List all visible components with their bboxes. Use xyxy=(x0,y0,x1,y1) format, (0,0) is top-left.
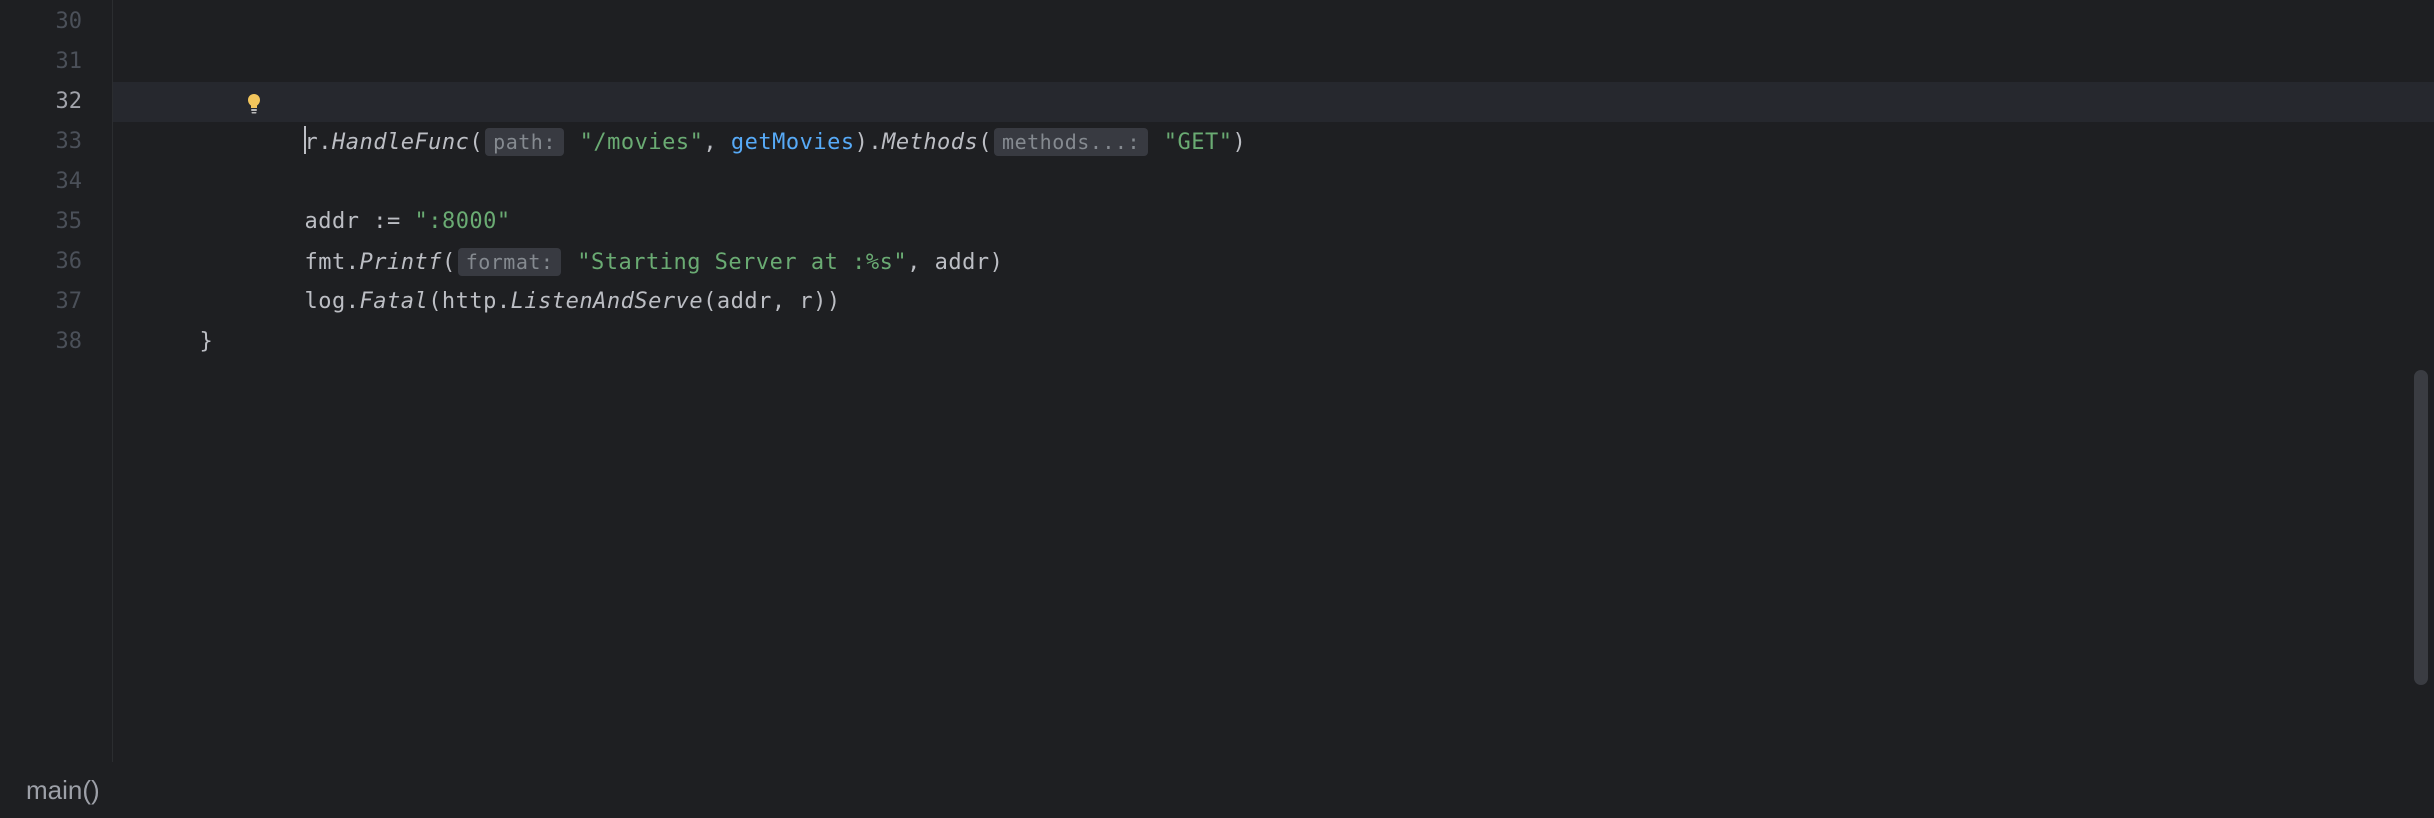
parameter-hint: methods...: xyxy=(994,128,1148,156)
breadcrumb-item[interactable]: main() xyxy=(26,775,100,805)
code-space xyxy=(401,209,415,234)
code-method: Fatal xyxy=(359,289,428,314)
code-string: "/movies" xyxy=(580,130,704,155)
code-method: Printf xyxy=(359,250,441,275)
line-number-active[interactable]: 32 xyxy=(0,82,82,122)
code-space xyxy=(1150,130,1164,155)
code-space xyxy=(563,250,577,275)
code-paren: ( xyxy=(442,250,456,275)
code-text: (addr, r)) xyxy=(703,289,840,314)
code-method: ListenAndServe xyxy=(511,289,703,314)
text-cursor xyxy=(304,126,306,154)
code-space xyxy=(566,130,580,155)
code-text: log. xyxy=(249,289,359,314)
scrollbar-track[interactable] xyxy=(2414,0,2428,762)
code-paren: ( xyxy=(978,130,992,155)
code-method: HandleFunc xyxy=(332,130,469,155)
code-paren: ( xyxy=(469,130,483,155)
code-line-30[interactable] xyxy=(117,2,2434,42)
line-gutter: 30 31 32 33 34 35 36 37 38 xyxy=(0,0,113,762)
code-paren: ) xyxy=(1232,130,1246,155)
editor-container: 30 31 32 33 34 35 36 37 38 r.HandleFunc(… xyxy=(0,0,2434,762)
code-area[interactable]: r.HandleFunc(path: "/movies", getMovies)… xyxy=(113,0,2434,762)
line-number[interactable]: 34 xyxy=(0,162,82,202)
code-line-32[interactable] xyxy=(117,82,2434,122)
code-string: "GET" xyxy=(1164,130,1233,155)
code-text: fmt. xyxy=(249,250,359,275)
line-number[interactable]: 35 xyxy=(0,202,82,242)
line-number[interactable]: 36 xyxy=(0,242,82,282)
code-operator: := xyxy=(373,209,401,234)
line-number[interactable]: 37 xyxy=(0,282,82,322)
line-number[interactable]: 38 xyxy=(0,322,82,362)
parameter-hint: format: xyxy=(458,248,562,276)
code-text: addr xyxy=(249,209,373,234)
code-method: Methods xyxy=(882,130,978,155)
code-paren: ). xyxy=(855,130,883,155)
line-number[interactable]: 31 xyxy=(0,42,82,82)
code-function: getMovies xyxy=(731,130,855,155)
code-text: (http. xyxy=(428,289,510,314)
parameter-hint: path: xyxy=(485,128,564,156)
line-number[interactable]: 33 xyxy=(0,122,82,162)
code-comma: , xyxy=(703,130,731,155)
code-string: ":8000" xyxy=(414,209,510,234)
code-line-31[interactable]: r.HandleFunc(path: "/movies", getMovies)… xyxy=(117,42,2434,82)
code-brace: } xyxy=(199,329,213,354)
code-indent xyxy=(249,129,304,154)
code-line-38[interactable] xyxy=(117,322,2434,362)
scrollbar-thumb[interactable] xyxy=(2414,370,2428,685)
line-number[interactable]: 30 xyxy=(0,2,82,42)
lightbulb-icon[interactable] xyxy=(132,50,156,74)
code-line-34[interactable]: addr := ":8000" xyxy=(117,162,2434,202)
code-string: "Starting Server at :%s" xyxy=(577,250,907,275)
code-text: , addr) xyxy=(907,250,1003,275)
breadcrumb[interactable]: main() xyxy=(0,762,2434,818)
